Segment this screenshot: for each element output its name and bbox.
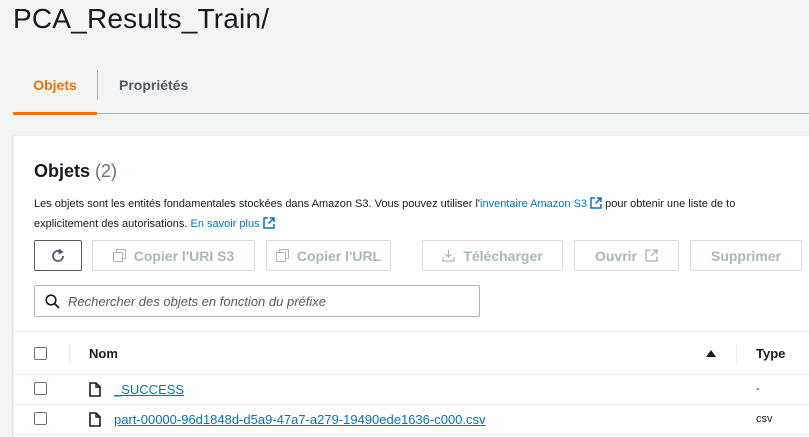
column-header-type[interactable]: Type — [756, 346, 785, 361]
external-link-icon — [645, 249, 658, 262]
tab-divider — [97, 70, 98, 100]
panel-description: Les objets sont les entités fondamentale… — [34, 194, 735, 234]
tab-objets[interactable]: Objets — [13, 68, 97, 115]
copy-s3-uri-button[interactable]: Copier l'URI S3 — [92, 240, 255, 271]
object-type: csv — [756, 413, 773, 425]
objects-panel: Objets (2) Les objets sont les entités f… — [13, 135, 809, 437]
download-label: Télécharger — [463, 247, 543, 264]
object-count: (2) — [95, 161, 118, 181]
column-divider — [69, 344, 70, 364]
file-icon — [89, 382, 101, 397]
description-text-1: Les objets sont les entités fondamentale… — [34, 198, 481, 210]
search-placeholder: Rechercher des objets en fonction du pré… — [68, 293, 326, 309]
table-row: _SUCCESS - — [14, 375, 809, 405]
object-name-link[interactable]: part-00000-96d1848d-d5a9-47a7-a279-19490… — [114, 412, 486, 427]
row-checkbox[interactable] — [34, 382, 47, 395]
copy-url-button[interactable]: Copier l'URL — [266, 240, 391, 271]
delete-label: Supprimer — [710, 247, 781, 264]
search-icon — [45, 293, 60, 309]
refresh-button[interactable] — [34, 240, 82, 271]
open-button[interactable]: Ouvrir — [574, 240, 679, 271]
column-header-name[interactable]: Nom — [89, 346, 118, 361]
file-icon — [89, 412, 101, 427]
refresh-icon — [52, 248, 64, 262]
page-title: PCA_Results_Train/ — [13, 3, 270, 34]
panel-title: Objets (2) — [34, 161, 117, 182]
object-name-link[interactable]: _SUCCESS — [114, 382, 184, 397]
inventory-link[interactable]: inventaire Amazon S3 — [480, 198, 587, 210]
copy-icon — [275, 249, 289, 262]
copy-url-label: Copier l'URL — [296, 247, 382, 264]
external-link-icon — [262, 217, 275, 229]
download-icon — [442, 250, 455, 262]
column-divider — [736, 344, 737, 364]
panel-title-text: Objets — [34, 161, 91, 181]
description-text-2: pour obtenir une liste de to — [602, 198, 736, 210]
table-header: Nom Type — [14, 331, 809, 375]
table-row: part-00000-96d1848d-d5a9-47a7-a279-19490… — [14, 405, 809, 435]
tab-proprietes[interactable]: Propriétés — [119, 68, 188, 114]
download-button[interactable]: Télécharger — [422, 240, 563, 271]
row-checkbox[interactable] — [34, 412, 47, 425]
tab-bar: Objets Propriétés — [13, 68, 809, 115]
search-input[interactable]: Rechercher des objets en fonction du pré… — [34, 285, 480, 317]
open-label: Ouvrir — [594, 247, 637, 264]
copy-s3-uri-label: Copier l'URI S3 — [133, 247, 235, 264]
sort-ascending-icon[interactable] — [706, 350, 716, 357]
copy-icon — [112, 249, 126, 262]
select-all-checkbox[interactable] — [34, 347, 47, 360]
learn-more-link[interactable]: En savoir plus — [191, 218, 260, 230]
delete-button[interactable]: Supprimer — [690, 240, 802, 271]
description-text-3: explicitement des autorisations. — [34, 218, 191, 230]
external-link-icon — [590, 197, 602, 209]
object-type: - — [756, 383, 760, 395]
